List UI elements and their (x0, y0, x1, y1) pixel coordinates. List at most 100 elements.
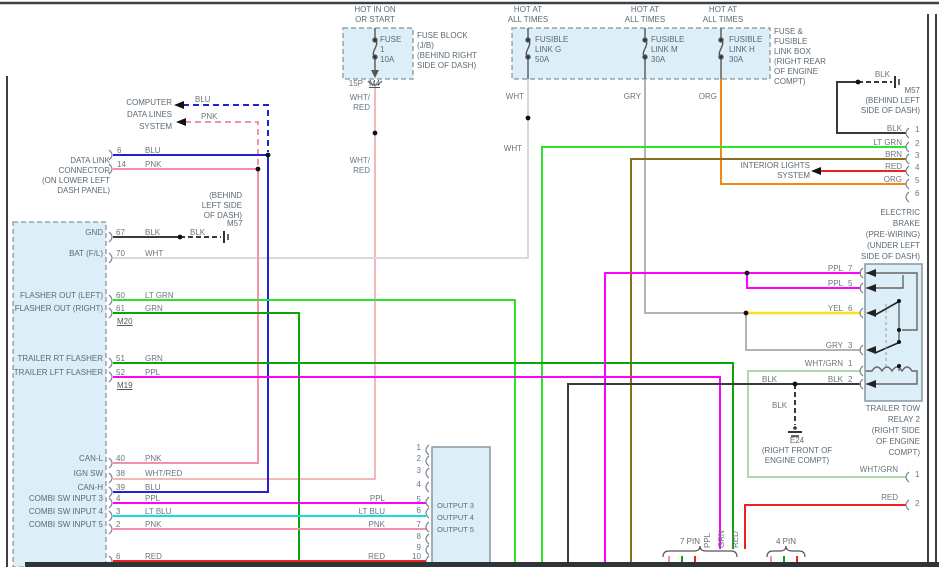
out-pin-3: 3 (404, 466, 421, 476)
wire-blu-dashed (183, 105, 268, 152)
wire-blk-relay (568, 384, 861, 562)
out-pin-1: 1 (404, 443, 421, 453)
signal-ign-sw: IGN SW (3, 469, 103, 479)
hot-at-all-times-1: HOT AT ALL TIMES (488, 5, 568, 25)
relay-pin-2: 2 (848, 375, 852, 385)
pnk-dashed-label: PNK (201, 112, 217, 122)
color-ltgrn-60: LT GRN (145, 291, 174, 301)
mid-ppl-label: PPL (355, 494, 385, 504)
right-pin-4: 4 (915, 163, 919, 173)
right-pin-6: 6 (915, 189, 919, 199)
trailer-tow-relay-caption: TRAILER TOW RELAY 2 (RIGHT SIDE OF ENGIN… (845, 403, 920, 458)
wire-grn-1 (113, 313, 299, 562)
relay-ppl-5-color: PPL (795, 279, 843, 289)
e24-blk-label: BLK (772, 401, 787, 411)
right-red-color: RED (852, 162, 902, 172)
color-ppl-52: PPL (145, 368, 160, 378)
computer-data-blu-arrow-icon (174, 101, 184, 109)
color-blk-67: BLK (145, 228, 160, 238)
brace-4pin (767, 546, 805, 557)
pin-38: 38 (116, 469, 125, 479)
relay-gry-3-color: GRY (795, 341, 843, 351)
system-arrows (174, 101, 821, 175)
gnd-blk-label-2: BLK (190, 228, 205, 238)
color-whtred-38: WHT/RED (145, 469, 182, 479)
out-pin-7: 7 (404, 520, 421, 530)
pin-6-bottom: 6 (116, 552, 120, 562)
computer-data-lines-label: COMPUTER DATA LINES SYSTEM (92, 97, 172, 133)
ground-e24-icon (788, 426, 802, 436)
signal-combi-5: COMBI SW INPUT 5 (3, 520, 103, 530)
signal-can-h: CAN-H (3, 483, 103, 493)
signal-combi-4: COMBI SW INPUT 4 (3, 507, 103, 517)
signal-can-l: CAN-L (3, 454, 103, 464)
gry-wire-label: GRY (611, 92, 641, 102)
color-ppl-4: PPL (145, 494, 160, 504)
dlc-pin-14: 14 (117, 160, 126, 170)
relay-blk-left-label: BLK (762, 375, 777, 385)
pin-3: 3 (116, 507, 120, 517)
mid-red-label: RED (355, 552, 385, 562)
out-pin-10: 10 (404, 552, 421, 562)
color-pnk-40: PNK (145, 454, 161, 464)
right-blk-color: BLK (852, 124, 902, 134)
connector-m19-link[interactable]: M19 (117, 381, 133, 391)
hot-at-all-times-2: HOT AT ALL TIMES (605, 5, 685, 25)
right-pin-1: 1 (915, 125, 919, 135)
red-label-lower: RED (868, 493, 898, 503)
wire-wht-red (113, 84, 375, 479)
relay-pin-5: 5 (848, 279, 852, 289)
signal-flasher-left: FLASHER OUT (LEFT) (3, 291, 103, 301)
splice-dots (178, 80, 861, 387)
trailer-tow-relay-box (865, 264, 922, 401)
wiring-diagram: HOT IN ON OR START FUSE 1 10A FUSE BLOCK… (0, 0, 939, 567)
right-ltgrn-color: LT GRN (852, 138, 902, 148)
out-pin-2: 2 (404, 454, 421, 464)
color-pnk-2: PNK (145, 520, 161, 530)
bottom-box-edge (25, 562, 939, 567)
relay-pin-6: 6 (848, 304, 852, 314)
signal-bat: BAT (F/L) (3, 249, 103, 259)
org-wire-label: ORG (687, 92, 717, 102)
relay-pin-3: 3 (848, 341, 852, 351)
signal-combi-3: COMBI SW INPUT 3 (3, 494, 103, 504)
bottom-ppl-label: PPL (703, 516, 713, 548)
fusible-link-h-label: FUSIBLE LINK H 30A (729, 35, 762, 65)
data-link-connector-label: DATA LINK CONNECTOR (ON LOWER LEFT DASH … (20, 156, 110, 196)
gnd-m57-location: (BEHIND LEFT SIDE OF DASH) (160, 191, 242, 221)
signal-gnd: GND (3, 228, 103, 238)
hot-in-on-label: HOT IN ON OR START (335, 5, 415, 25)
relay-yel-6-color: YEL (795, 304, 843, 314)
signal-trailer-lft: TRAILER LFT FLASHER (3, 368, 103, 378)
fusible-link-g-label: FUSIBLE LINK G 50A (535, 35, 568, 65)
interior-lights-label: INTERIOR LIGHTS SYSTEM (730, 161, 810, 181)
whtgrn-label: WHT/GRN (848, 465, 898, 475)
bottom-red-label: RED (731, 516, 741, 548)
pin-67: 67 (116, 228, 125, 238)
mid-pnk-label: PNK (355, 520, 385, 530)
out-pin-6: 6 (404, 506, 421, 516)
fuse-1-label: FUSE 1 10A (380, 35, 401, 65)
wire-pnk-dashed (185, 122, 258, 166)
color-blu-39: BLU (145, 483, 161, 493)
m57-right-blk-label: BLK (862, 70, 890, 80)
dlc-blu-label: BLU (145, 146, 161, 156)
four-pin-label: 4 PIN (756, 537, 816, 547)
pin-51: 51 (116, 354, 125, 364)
color-grn-51: GRN (145, 354, 163, 364)
pin-52: 52 (116, 368, 125, 378)
pin-2: 2 (116, 520, 120, 530)
color-grn-61: GRN (145, 304, 163, 314)
relay-pin-7: 7 (848, 264, 852, 274)
color-red-6: RED (145, 552, 162, 562)
connector-m4-link[interactable]: M4 (369, 79, 380, 89)
pin-40: 40 (116, 454, 125, 464)
right-pin-2: 2 (915, 139, 919, 149)
dlc-pin-6: 6 (117, 146, 121, 156)
signal-trailer-rt: TRAILER RT FLASHER (3, 354, 103, 364)
connector-m20-link[interactable]: M20 (117, 317, 133, 327)
right-brn-color: BRN (852, 150, 902, 160)
red-pin-2: 2 (915, 499, 919, 509)
out-pin-8: 8 (404, 532, 421, 542)
connector-15p-label: 15P (335, 79, 363, 89)
